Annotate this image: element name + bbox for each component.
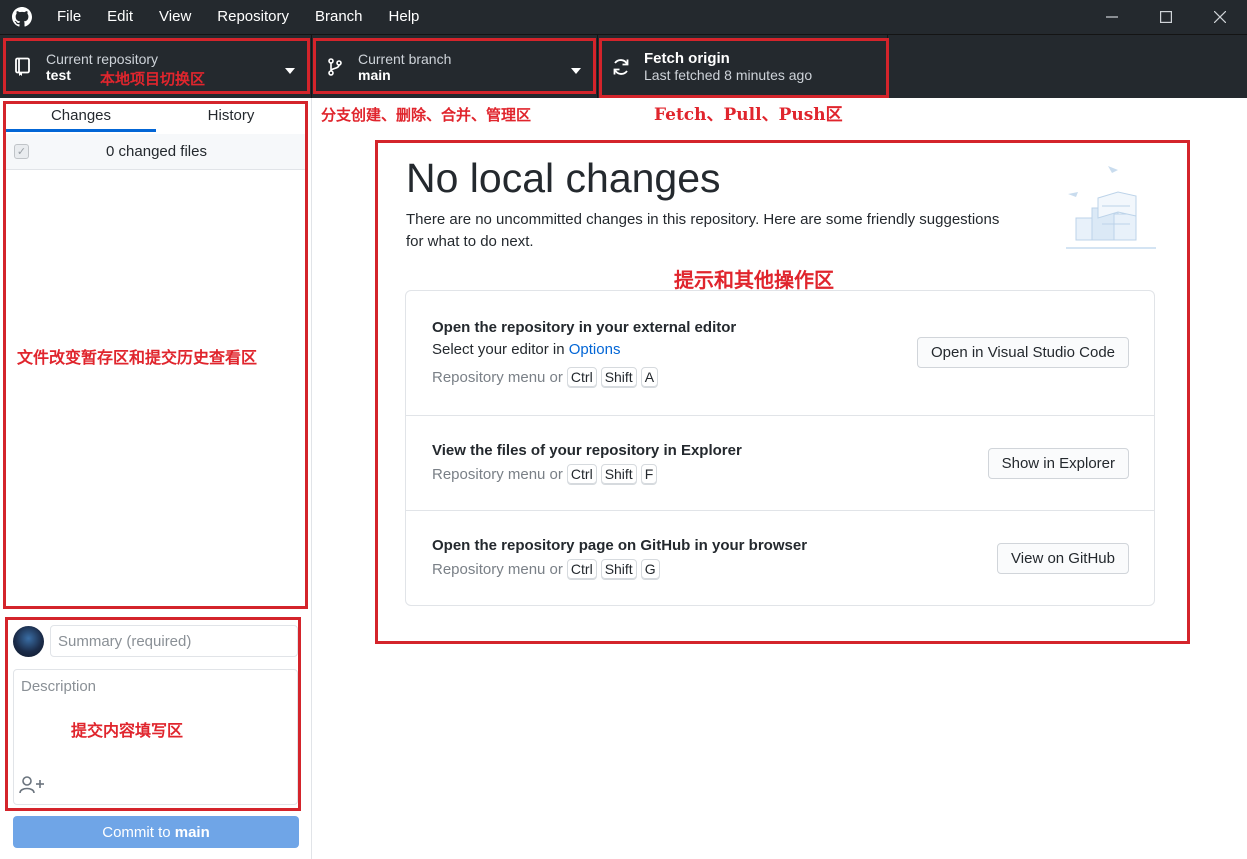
annotation-commit-area: 提交内容填写区 xyxy=(71,721,184,740)
annotation-fetch-area: Fetch、Pull、Push区 xyxy=(654,105,843,125)
annotation-box-tips xyxy=(375,140,1190,644)
window-controls xyxy=(1085,0,1247,34)
commit-button[interactable]: Commit to main xyxy=(13,816,299,848)
menu-branch[interactable]: Branch xyxy=(302,0,376,34)
menu-file[interactable]: File xyxy=(44,0,94,34)
menu-edit[interactable]: Edit xyxy=(94,0,146,34)
annotation-box-commit xyxy=(5,617,301,811)
menu-help[interactable]: Help xyxy=(376,0,433,34)
annotation-branch-area: 分支创建、删除、合并、管理区 xyxy=(321,106,532,124)
commit-branch: main xyxy=(174,823,210,841)
annotation-changes-area: 文件改变暂存区和提交历史查看区 xyxy=(17,348,258,367)
close-icon[interactable] xyxy=(1193,0,1247,34)
commit-label: Commit to xyxy=(102,823,175,841)
annotation-box-fetch xyxy=(599,38,889,98)
maximize-icon[interactable] xyxy=(1139,0,1193,34)
github-logo-icon xyxy=(0,0,44,34)
menu-view[interactable]: View xyxy=(146,0,204,34)
title-bar: File Edit View Repository Branch Help xyxy=(0,0,1247,34)
menu-repository[interactable]: Repository xyxy=(204,0,302,34)
annotation-repo-switch: 本地项目切换区 xyxy=(100,70,206,88)
annotation-box-branch xyxy=(313,38,596,94)
minimize-icon[interactable] xyxy=(1085,0,1139,34)
annotation-tips-area: 提示和其他操作区 xyxy=(674,268,834,292)
